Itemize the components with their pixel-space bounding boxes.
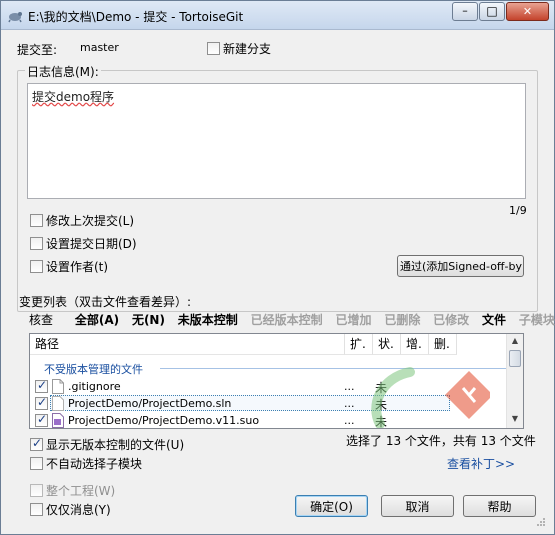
set-author-checkbox[interactable] — [30, 260, 43, 273]
filter-bar: 核查 全部(A) 无(N) 未版本控制 已经版本控制 已增加 已删除 已修改 文… — [29, 311, 555, 328]
show-unversioned-checkbox[interactable] — [30, 436, 43, 451]
cancel-label: 取消 — [405, 499, 430, 514]
maximize-button[interactable]: □ — [479, 2, 505, 21]
changes-list-label: 变更列表（双击文件查看差异）: — [19, 295, 192, 309]
minimize-icon: – — [462, 4, 468, 17]
signed-off-by-button[interactable]: 通过(添加Signed-off-by — [397, 255, 524, 277]
amend-checkbox[interactable] — [30, 214, 43, 227]
no-autoselect-submodules-checkbox[interactable] — [30, 457, 43, 470]
resize-grip-icon[interactable] — [536, 517, 546, 527]
set-date-label: 设置提交日期(D) — [46, 237, 137, 251]
filter-versioned-link[interactable]: 已经版本控制 — [251, 313, 323, 327]
filter-check-label: 核查 — [29, 313, 54, 327]
new-branch-checkbox[interactable] — [207, 42, 220, 55]
filter-deleted-link[interactable]: 已删除 — [384, 313, 420, 327]
scroll-down-icon[interactable]: ▼ — [508, 414, 522, 426]
log-line-counter: 1/9 — [509, 204, 527, 217]
tortoisegit-app-icon — [8, 12, 22, 23]
filter-modified-link[interactable]: 已修改 — [433, 313, 469, 327]
amend-checkbox-row[interactable]: 修改上次提交(L) — [30, 212, 134, 229]
show-unversioned-checkbox-row[interactable]: 显示无版本控制的文件(U) — [30, 436, 184, 453]
message-only-checkbox-row[interactable]: 仅仅消息(Y) — [30, 501, 111, 518]
filter-all-link[interactable]: 全部(A) — [75, 313, 119, 327]
window-title: E:\我的文档\Demo - 提交 - TortoiseGit — [28, 10, 244, 24]
log-message-text: 提交demo程序 — [32, 90, 115, 104]
maximize-icon: □ — [486, 3, 498, 18]
close-icon: ✕ — [522, 5, 533, 18]
scroll-thumb[interactable] — [509, 350, 521, 367]
column-header-status[interactable]: 状. — [373, 334, 401, 355]
new-branch-checkbox-row[interactable]: 新建分支 — [207, 40, 271, 57]
filter-none-link[interactable]: 无(N) — [132, 313, 165, 327]
set-author-label: 设置作者(t) — [46, 260, 109, 274]
column-header-ext[interactable]: 扩. — [345, 334, 373, 355]
group-unversioned-files[interactable]: 不受版本管理的文件 — [44, 361, 143, 377]
cancel-button[interactable]: 取消 — [381, 495, 454, 517]
file-ext: ... — [344, 380, 355, 393]
filter-files-link[interactable]: 文件 — [482, 313, 506, 327]
file-list-scrollbar[interactable]: ▲ ▼ — [506, 334, 523, 428]
whole-project-checkbox-row[interactable]: 整个工程(W) — [30, 482, 115, 499]
file-ext: ... — [344, 414, 355, 427]
file-checkbox[interactable] — [35, 378, 48, 393]
set-date-checkbox-row[interactable]: 设置提交日期(D) — [30, 235, 137, 252]
scroll-up-icon[interactable]: ▲ — [508, 336, 522, 348]
column-header-deleted[interactable]: 删. — [429, 334, 457, 355]
file-checkbox[interactable] — [35, 395, 48, 410]
log-message-textarea[interactable]: 提交demo程序 — [27, 83, 526, 199]
filter-added-link[interactable]: 已增加 — [335, 313, 371, 327]
set-date-checkbox[interactable] — [30, 237, 43, 250]
file-ext: ... — [344, 397, 355, 410]
help-button[interactable]: 帮助 — [463, 495, 536, 517]
column-header-path[interactable]: 路径 — [30, 334, 345, 355]
set-author-checkbox-row[interactable]: 设置作者(t) — [30, 258, 108, 275]
file-name: ProjectDemo/ProjectDemo.v11.suo — [68, 414, 260, 427]
column-header-added[interactable]: 增. — [401, 334, 429, 355]
signed-off-by-label: 通过(添加Signed-off-by — [400, 260, 522, 273]
message-only-label: 仅仅消息(Y) — [46, 503, 111, 517]
solution-file-icon — [52, 396, 64, 411]
branch-name: master — [80, 41, 119, 54]
close-button[interactable]: ✕ — [506, 2, 549, 21]
changes-file-list[interactable]: 路径 扩. 状. 增. 删. 不受版本管理的文件 .gitignore ... … — [29, 333, 524, 429]
whole-project-label: 整个工程(W) — [46, 484, 116, 498]
tortoisegit-watermark-icon — [371, 367, 490, 428]
dialog-client-area: 提交至: master 新建分支 日志信息(M): 提交demo程序 1/9 修… — [9, 31, 555, 529]
view-patch-link[interactable]: 查看补丁>> — [447, 455, 515, 472]
file-checkbox[interactable] — [35, 412, 48, 427]
no-autoselect-submodules-row[interactable]: 不自动选择子模块 — [30, 455, 142, 472]
no-autoselect-submodules-label: 不自动选择子模块 — [46, 457, 143, 471]
title-bar[interactable]: E:\我的文档\Demo - 提交 - TortoiseGit – □ ✕ — [1, 1, 554, 30]
whole-project-checkbox[interactable] — [30, 484, 43, 497]
show-unversioned-label: 显示无版本控制的文件(U) — [46, 438, 185, 452]
ok-label: 确定(O) — [310, 499, 353, 514]
amend-label: 修改上次提交(L) — [46, 214, 135, 228]
file-name: ProjectDemo/ProjectDemo.sln — [68, 397, 232, 410]
filter-unversioned-link[interactable]: 未版本控制 — [178, 313, 238, 327]
filter-submodules-link[interactable]: 子模块 — [519, 313, 555, 327]
text-file-icon — [52, 379, 64, 394]
help-label: 帮助 — [487, 499, 512, 514]
minimize-button[interactable]: – — [452, 2, 478, 21]
selection-summary: 选择了 13 个文件，共有 13 个文件 — [346, 434, 536, 448]
commit-dialog-window: E:\我的文档\Demo - 提交 - TortoiseGit – □ ✕ 提交… — [0, 0, 555, 535]
commit-to-label: 提交至: — [17, 43, 58, 57]
message-only-checkbox[interactable] — [30, 503, 43, 516]
binary-file-icon — [52, 413, 64, 428]
ok-button[interactable]: 确定(O) — [295, 495, 368, 517]
log-message-label: 日志信息(M): — [25, 63, 101, 80]
file-name: .gitignore — [68, 380, 121, 393]
new-branch-label: 新建分支 — [223, 42, 272, 56]
